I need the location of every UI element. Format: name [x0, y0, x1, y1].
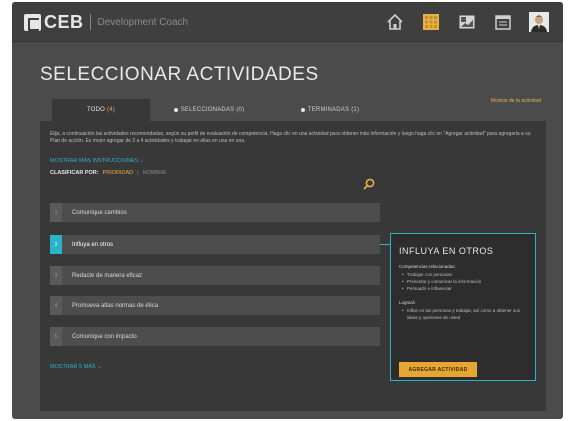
competencies-heading: Competencias relacionadas:	[399, 264, 456, 269]
activity-label: Influya en otros	[72, 241, 114, 248]
top-bar: CEB Development Coach	[12, 2, 563, 42]
logo-mark	[24, 13, 41, 31]
activity-number: 3	[50, 266, 62, 285]
nav-icons	[383, 10, 551, 34]
activity-label: Comunique cambios	[72, 209, 127, 216]
sort-option-priority[interactable]: PRIORIDAD	[103, 170, 134, 176]
chevron-down-icon: ⌄	[139, 158, 145, 164]
instructions-text: Elija, a continuación las actividades re…	[50, 131, 531, 144]
activity-detail-card: INFLUYA EN OTROS Competencias relacionad…	[390, 233, 536, 381]
user-avatar-icon[interactable]	[527, 10, 551, 34]
activity-item[interactable]: 5 Comunique con impacto	[50, 327, 380, 346]
activity-label: Redacte de manera eficaz	[72, 272, 143, 279]
logo-text: CEB	[44, 11, 84, 32]
tab-right-link[interactable]: Mostrar de la actividad	[481, 98, 541, 105]
show-more-activities-label: MOSTRAR 5 MÁS	[50, 364, 96, 370]
app-subtitle: Development Coach	[97, 16, 189, 28]
competency-item: Persuadir e influenciar	[399, 285, 529, 292]
radio-dot-icon	[173, 108, 178, 112]
sort-label: CLASIFICAR POR:	[50, 170, 99, 176]
activity-label: Promueva altas normas de ética	[72, 302, 159, 309]
show-more-instructions-link[interactable]: MOSTRAR MÁS INSTRUCCIONES ⌄	[50, 158, 144, 164]
tab-todo[interactable]: TODO (4)	[52, 99, 150, 121]
tab-seleccionadas-label: SELECCIONADAS	[180, 107, 235, 113]
activity-item-selected[interactable]: 2 Influya en otros	[50, 235, 380, 254]
tab-terminadas-label: TERMINADAS	[307, 107, 350, 113]
show-more-instructions-label: MOSTRAR MÁS INSTRUCCIONES	[50, 158, 139, 164]
grid-icon[interactable]	[419, 10, 443, 34]
radio-dot-icon	[300, 108, 305, 112]
app-window: CEB Development Coach SELECCIONAR ACTIVI…	[12, 2, 563, 419]
goals-heading: Logrará:	[399, 300, 416, 305]
calendar-icon[interactable]	[491, 10, 515, 34]
competency-item: Presentar y comunicar la información	[399, 278, 529, 285]
competency-item: Trabajar con personas	[399, 271, 529, 278]
activity-number: 5	[50, 327, 62, 346]
sort-row: CLASIFICAR POR: PRIORIDAD | NOMBRE	[50, 167, 370, 179]
activity-item[interactable]: 4 Promueva altas normas de ética	[50, 296, 380, 315]
sort-option-name[interactable]: NOMBRE	[143, 170, 167, 176]
activity-item[interactable]: 1 Comunique cambios	[50, 203, 380, 222]
tab-todo-count: (4)	[107, 107, 115, 113]
logo-divider	[89, 14, 91, 30]
detail-body: Competencias relacionadas: Trabajar con …	[399, 264, 529, 321]
activity-item[interactable]: 3 Redacte de manera eficaz	[50, 266, 380, 285]
logo[interactable]: CEB Development Coach	[24, 12, 188, 32]
activity-number: 4	[50, 296, 62, 315]
tab-todo-label: TODO	[87, 107, 106, 113]
activity-number: 2	[50, 235, 62, 254]
add-activity-button[interactable]: AGREGAR ACTIVIDAD	[399, 362, 477, 377]
tab-terminadas[interactable]: TERMINADAS (1)	[268, 99, 392, 121]
search-icon[interactable]	[362, 177, 376, 191]
sort-divider: |	[137, 170, 139, 176]
activity-label: Comunique con impacto	[72, 333, 137, 340]
page-title: SELECCIONAR ACTIVIDADES	[40, 64, 319, 85]
show-more-activities-link[interactable]: MOSTRAR 5 MÁS ⌄	[50, 364, 102, 370]
tab-seleccionadas[interactable]: SELECCIONADAS (0)	[150, 99, 268, 121]
tab-terminadas-count: (1)	[351, 107, 360, 113]
activities-panel: Elija, a continuación las actividades re…	[40, 121, 546, 411]
tab-bar: TODO (4) SELECCIONADAS (0) TERMINADAS (1…	[52, 99, 392, 121]
goal-item: Influir en las personas y trabajar, así …	[399, 307, 529, 321]
chevron-down-icon: ⌄	[97, 364, 102, 370]
tab-seleccionadas-count: (0)	[236, 107, 245, 113]
image-icon[interactable]	[455, 10, 479, 34]
activity-number: 1	[50, 203, 62, 222]
detail-title: INFLUYA EN OTROS	[399, 246, 494, 256]
home-icon[interactable]	[383, 10, 407, 34]
